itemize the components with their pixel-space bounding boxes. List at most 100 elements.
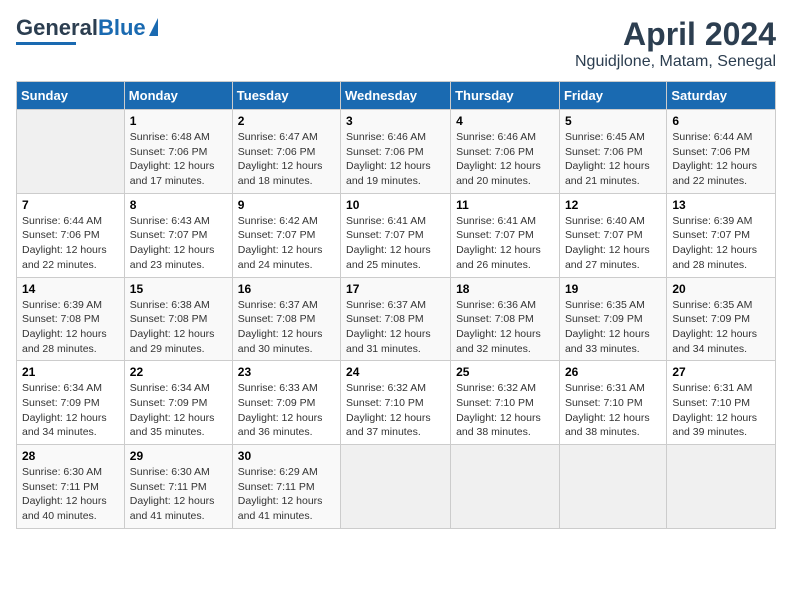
calendar-header: SundayMondayTuesdayWednesdayThursdayFrid…	[17, 82, 776, 110]
calendar-cell: 12Sunrise: 6:40 AMSunset: 7:07 PMDayligh…	[559, 193, 666, 277]
day-number: 3	[346, 114, 445, 128]
day-info: Sunrise: 6:29 AMSunset: 7:11 PMDaylight:…	[238, 465, 335, 524]
logo-underline	[16, 42, 76, 45]
day-info: Sunrise: 6:32 AMSunset: 7:10 PMDaylight:…	[346, 381, 445, 440]
day-number: 15	[130, 282, 227, 296]
day-number: 23	[238, 365, 335, 379]
day-number: 24	[346, 365, 445, 379]
calendar-cell: 10 Sunrise: 6:41 AMSunset: 7:07 PMDayligh…	[341, 193, 451, 277]
calendar-cell: 25 Sunrise: 6:32 AMSunset: 7:10 PMDayligh…	[451, 361, 560, 445]
day-info: Sunrise: 6:32 AMSunset: 7:10 PMDaylight:…	[456, 381, 554, 440]
day-info: Sunrise: 6:30 AMSunset: 7:11 PMDaylight:…	[130, 465, 227, 524]
weekday-friday: Friday	[559, 82, 666, 110]
calendar-cell: 14 Sunrise: 6:39 AMSunset: 7:08 PMDayligh…	[17, 277, 125, 361]
calendar-cell	[451, 445, 560, 529]
day-info: Sunrise: 6:37 AMSunset: 7:08 PMDaylight:…	[238, 298, 335, 357]
weekday-saturday: Saturday	[667, 82, 776, 110]
calendar-cell: 27 Sunrise: 6:31 AMSunset: 7:10 PMDayligh…	[667, 361, 776, 445]
logo: GeneralBlue	[16, 16, 158, 45]
calendar-cell: 13 Sunrise: 6:39 AMSunset: 7:07 PMDayligh…	[667, 193, 776, 277]
day-info: Sunrise: 6:36 AMSunset: 7:08 PMDaylight:…	[456, 298, 554, 357]
calendar-cell: 6 Sunrise: 6:44 AMSunset: 7:06 PMDaylight…	[667, 110, 776, 194]
weekday-wednesday: Wednesday	[341, 82, 451, 110]
calendar-week-4: 21Sunrise: 6:34 AMSunset: 7:09 PMDayligh…	[17, 361, 776, 445]
day-info: Sunrise: 6:34 AMSunset: 7:09 PMDaylight:…	[22, 381, 119, 440]
page-subtitle: Nguidjlone, Matam, Senegal	[575, 53, 776, 71]
calendar-cell	[667, 445, 776, 529]
day-number: 17	[346, 282, 445, 296]
day-info: Sunrise: 6:39 AMSunset: 7:08 PMDaylight:…	[22, 298, 119, 357]
day-info: Sunrise: 6:44 AMSunset: 7:06 PMDaylight:…	[672, 130, 770, 189]
calendar-cell: 20 Sunrise: 6:35 AMSunset: 7:09 PMDayligh…	[667, 277, 776, 361]
day-info: Sunrise: 6:39 AMSunset: 7:07 PMDaylight:…	[672, 214, 770, 273]
calendar-cell: 2Sunrise: 6:47 AMSunset: 7:06 PMDaylight…	[232, 110, 340, 194]
calendar-cell	[17, 110, 125, 194]
day-number: 7	[22, 198, 119, 212]
weekday-thursday: Thursday	[451, 82, 560, 110]
day-info: Sunrise: 6:46 AMSunset: 7:06 PMDaylight:…	[456, 130, 554, 189]
day-info: Sunrise: 6:41 AMSunset: 7:07 PMDaylight:…	[456, 214, 554, 273]
day-info: Sunrise: 6:48 AMSunset: 7:06 PMDaylight:…	[130, 130, 227, 189]
day-number: 6	[672, 114, 770, 128]
page-title: April 2024	[575, 16, 776, 53]
day-number: 12	[565, 198, 661, 212]
day-info: Sunrise: 6:43 AMSunset: 7:07 PMDaylight:…	[130, 214, 227, 273]
day-info: Sunrise: 6:47 AMSunset: 7:06 PMDaylight:…	[238, 130, 335, 189]
calendar-cell: 4 Sunrise: 6:46 AMSunset: 7:06 PMDaylight…	[451, 110, 560, 194]
calendar-cell: 22Sunrise: 6:34 AMSunset: 7:09 PMDayligh…	[124, 361, 232, 445]
page-header: GeneralBlue April 2024 Nguidjlone, Matam…	[16, 16, 776, 71]
day-info: Sunrise: 6:34 AMSunset: 7:09 PMDaylight:…	[130, 381, 227, 440]
day-number: 16	[238, 282, 335, 296]
day-number: 4	[456, 114, 554, 128]
day-number: 10	[346, 198, 445, 212]
calendar-week-1: 1 Sunrise: 6:48 AMSunset: 7:06 PMDaylight…	[17, 110, 776, 194]
day-info: Sunrise: 6:41 AMSunset: 7:07 PMDaylight:…	[346, 214, 445, 273]
day-number: 25	[456, 365, 554, 379]
day-number: 26	[565, 365, 661, 379]
day-info: Sunrise: 6:35 AMSunset: 7:09 PMDaylight:…	[565, 298, 661, 357]
day-number: 1	[130, 114, 227, 128]
day-info: Sunrise: 6:45 AMSunset: 7:06 PMDaylight:…	[565, 130, 661, 189]
day-number: 9	[238, 198, 335, 212]
logo-text: GeneralBlue	[16, 16, 146, 40]
day-number: 18	[456, 282, 554, 296]
calendar-cell: 23 Sunrise: 6:33 AMSunset: 7:09 PMDayligh…	[232, 361, 340, 445]
calendar-cell	[559, 445, 666, 529]
day-number: 29	[130, 449, 227, 463]
day-number: 19	[565, 282, 661, 296]
calendar-cell: 21Sunrise: 6:34 AMSunset: 7:09 PMDayligh…	[17, 361, 125, 445]
day-info: Sunrise: 6:38 AMSunset: 7:08 PMDaylight:…	[130, 298, 227, 357]
calendar-body: 1 Sunrise: 6:48 AMSunset: 7:06 PMDaylight…	[17, 110, 776, 529]
day-info: Sunrise: 6:37 AMSunset: 7:08 PMDaylight:…	[346, 298, 445, 357]
calendar-cell: 9Sunrise: 6:42 AMSunset: 7:07 PMDaylight…	[232, 193, 340, 277]
day-number: 5	[565, 114, 661, 128]
logo-blue: Blue	[98, 15, 146, 40]
day-number: 20	[672, 282, 770, 296]
day-number: 28	[22, 449, 119, 463]
calendar-cell: 11Sunrise: 6:41 AMSunset: 7:07 PMDayligh…	[451, 193, 560, 277]
day-number: 14	[22, 282, 119, 296]
calendar-cell: 30Sunrise: 6:29 AMSunset: 7:11 PMDayligh…	[232, 445, 340, 529]
calendar-cell: 16 Sunrise: 6:37 AMSunset: 7:08 PMDayligh…	[232, 277, 340, 361]
weekday-header-row: SundayMondayTuesdayWednesdayThursdayFrid…	[17, 82, 776, 110]
calendar-cell: 18 Sunrise: 6:36 AMSunset: 7:08 PMDayligh…	[451, 277, 560, 361]
day-info: Sunrise: 6:35 AMSunset: 7:09 PMDaylight:…	[672, 298, 770, 357]
calendar-cell: 5 Sunrise: 6:45 AMSunset: 7:06 PMDaylight…	[559, 110, 666, 194]
calendar-cell: 3 Sunrise: 6:46 AMSunset: 7:06 PMDaylight…	[341, 110, 451, 194]
day-number: 27	[672, 365, 770, 379]
calendar-cell: 24 Sunrise: 6:32 AMSunset: 7:10 PMDayligh…	[341, 361, 451, 445]
weekday-monday: Monday	[124, 82, 232, 110]
calendar-cell: 15 Sunrise: 6:38 AMSunset: 7:08 PMDayligh…	[124, 277, 232, 361]
calendar-cell: 8Sunrise: 6:43 AMSunset: 7:07 PMDaylight…	[124, 193, 232, 277]
calendar-week-5: 28 Sunrise: 6:30 AMSunset: 7:11 PMDayligh…	[17, 445, 776, 529]
day-info: Sunrise: 6:33 AMSunset: 7:09 PMDaylight:…	[238, 381, 335, 440]
calendar-cell: 17 Sunrise: 6:37 AMSunset: 7:08 PMDayligh…	[341, 277, 451, 361]
day-number: 13	[672, 198, 770, 212]
calendar-cell: 19 Sunrise: 6:35 AMSunset: 7:09 PMDayligh…	[559, 277, 666, 361]
logo-arrow-icon	[149, 18, 158, 36]
day-info: Sunrise: 6:46 AMSunset: 7:06 PMDaylight:…	[346, 130, 445, 189]
calendar-cell	[341, 445, 451, 529]
calendar-week-3: 14 Sunrise: 6:39 AMSunset: 7:08 PMDayligh…	[17, 277, 776, 361]
day-info: Sunrise: 6:31 AMSunset: 7:10 PMDaylight:…	[672, 381, 770, 440]
day-info: Sunrise: 6:44 AMSunset: 7:06 PMDaylight:…	[22, 214, 119, 273]
